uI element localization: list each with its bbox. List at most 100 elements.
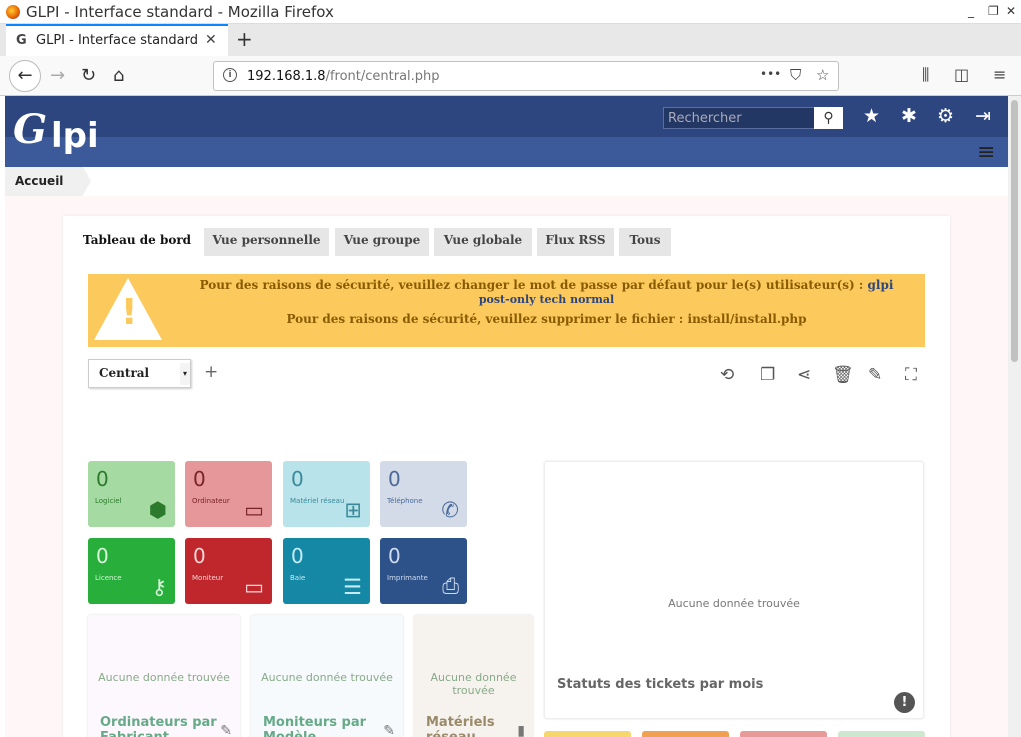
card-icon: ▭ (244, 575, 264, 599)
count-card[interactable]: 0 Moniteur ▭ (185, 538, 272, 604)
close-tab-icon[interactable]: ✕ (205, 32, 217, 48)
maximize-button[interactable]: ❐ (988, 4, 999, 18)
user-link-tech[interactable]: tech (539, 293, 566, 306)
widget-title: Ordinateurs par Fabricant (100, 715, 217, 737)
card-icon: ✆ (441, 498, 459, 522)
pocket-icon[interactable]: ⛉ (790, 66, 801, 84)
warning-icon[interactable]: ! (894, 692, 915, 713)
logout-icon[interactable]: ⇥ (975, 105, 991, 127)
card-label: Téléphone (387, 497, 423, 505)
new-tab-button[interactable]: + (236, 27, 253, 51)
card-count: 0 (193, 467, 206, 491)
tab-vue-personnelle[interactable]: Vue personnelle (204, 228, 329, 256)
firefox-logo-icon (6, 5, 20, 19)
forward-button[interactable]: → (50, 65, 65, 86)
card-label: Ordinateur (192, 497, 230, 505)
count-card[interactable]: 0 Ordinateur ▭ (185, 461, 272, 527)
warning-exclamation: ! (121, 292, 138, 333)
no-data-text: Aucune donnée trouvée (668, 597, 800, 610)
tab-vue-groupe[interactable]: Vue groupe (335, 228, 429, 256)
alert-line-1: Pour des raisons de sécurité, veuillez c… (184, 278, 909, 292)
sidebar-icon[interactable]: ◫ (954, 65, 969, 84)
alert-line-2: Pour des raisons de sécurité, veuillez s… (286, 312, 807, 326)
fullscreen-icon[interactable]: ⛶ (905, 365, 917, 385)
widget-stub (740, 731, 827, 737)
card-label: Imprimante (387, 574, 428, 582)
edit-widget-icon[interactable]: ✎ (220, 723, 232, 737)
gear-icon[interactable]: ⚙ (937, 105, 954, 127)
clone-icon[interactable]: ❐ (760, 365, 775, 385)
edit-icon[interactable]: ✎ (868, 365, 882, 385)
logo-g: G (13, 106, 48, 153)
star-icon[interactable]: ★ (863, 105, 880, 127)
browser-navbar: ← → ↻ ⌂ i 192.168.1.8/front/central.php … (0, 56, 1021, 96)
widget-statuts-tickets-par-mois[interactable]: Aucune donnée trouvée Statuts des ticket… (544, 461, 924, 719)
user-link-normal[interactable]: normal (570, 293, 614, 306)
logo-lpi: lpi (51, 116, 99, 156)
url-bar[interactable]: i 192.168.1.8/front/central.php ••• ⛉ ☆ (213, 61, 839, 91)
browser-menu-icon[interactable]: ≡ (993, 65, 1006, 84)
no-data-text: Aucune donnée trouvée (98, 671, 230, 684)
card-icon: ▭ (244, 498, 264, 522)
card-icon: ⊞ (344, 498, 362, 522)
card-label: Logiciel (95, 497, 122, 505)
page-actions-icon[interactable]: ••• (760, 67, 781, 81)
close-window-button[interactable]: ✕ (1006, 4, 1016, 18)
dashboard-select[interactable]: Central ▾ (88, 359, 191, 388)
glpi-favicon-icon: G (16, 33, 27, 48)
bug-icon[interactable]: ✱ (901, 105, 917, 127)
reload-button[interactable]: ↻ (81, 65, 96, 86)
minimize-button[interactable]: _ (968, 4, 974, 18)
chevron-down-icon: ▾ (180, 363, 190, 385)
bookmark-star-icon[interactable]: ☆ (816, 66, 829, 84)
url-text[interactable]: 192.168.1.8/front/central.php (247, 69, 440, 84)
no-data-text: Aucune donnée trouvée (261, 671, 393, 684)
user-link-glpi[interactable]: glpi (868, 278, 894, 292)
count-card[interactable]: 0 Téléphone ✆ (380, 461, 467, 527)
widget-moniteurs-par-modele[interactable]: Aucune donnée trouvée Moniteurs par Modè… (251, 615, 403, 737)
scrollbar-thumb[interactable] (1011, 100, 1018, 362)
user-link-post-only[interactable]: post-only (479, 293, 536, 306)
search-icon[interactable]: ⚲ (814, 107, 843, 129)
browser-tabbar: G GLPI - Interface standard ✕ + (0, 24, 1021, 56)
glpi-app: G lpi ⚲ ★ ✱ ⚙ ⇥ ≡ Accueil Tableau de bor… (5, 96, 1008, 737)
history-icon[interactable]: ⟲ (720, 365, 734, 385)
card-label: Licence (95, 574, 122, 582)
count-card[interactable]: 0 Licence ⚷ (88, 538, 175, 604)
widget-icon: ▮ (517, 723, 525, 737)
tab-vue-globale[interactable]: Vue globale (434, 228, 532, 256)
page-scrollbar[interactable] (1008, 96, 1021, 737)
count-card[interactable]: 0 Matériel réseau ⊞ (283, 461, 370, 527)
window-titlebar: GLPI - Interface standard - Mozilla Fire… (0, 0, 1021, 24)
add-dashboard-button[interactable]: + (204, 362, 218, 382)
widget-ordinateurs-par-fabricant[interactable]: Aucune donnée trouvée Ordinateurs par Fa… (88, 615, 240, 737)
tab-title: GLPI - Interface standard (36, 33, 198, 48)
browser-tab[interactable]: G GLPI - Interface standard ✕ (6, 24, 228, 56)
widget-materiels-reseau[interactable]: Aucune donnée trouvée Matériels réseau ▮ (414, 615, 533, 737)
delete-icon[interactable]: 🗑 (832, 365, 854, 385)
back-button[interactable]: ← (9, 60, 41, 92)
tab-flux-rss[interactable]: Flux RSS (537, 228, 614, 256)
search-input[interactable] (664, 108, 814, 128)
count-card[interactable]: 0 Baie ☰ (283, 538, 370, 604)
breadcrumb-home[interactable]: Accueil (5, 167, 83, 196)
card-icon: ⎙ (442, 574, 459, 598)
tab-tous[interactable]: Tous (619, 228, 671, 256)
widget-stub (838, 731, 925, 737)
edit-widget-icon[interactable]: ✎ (383, 723, 395, 737)
glpi-logo[interactable]: G lpi (13, 106, 105, 156)
share-icon[interactable]: ⋖ (797, 365, 811, 385)
library-icon[interactable]: ⫼ (922, 65, 929, 85)
tab-tableau-de-bord[interactable]: Tableau de bord (78, 228, 196, 256)
card-count: 0 (291, 467, 304, 491)
alert-text-1: Pour des raisons de sécurité, veuillez c… (199, 278, 864, 292)
site-info-icon[interactable]: i (223, 68, 237, 82)
hamburger-menu-icon[interactable]: ≡ (977, 140, 995, 165)
count-card[interactable]: 0 Logiciel ⬢ (88, 461, 175, 527)
count-card[interactable]: 0 Imprimante ⎙ (380, 538, 467, 604)
home-button[interactable]: ⌂ (113, 65, 124, 86)
card-count: 0 (388, 544, 401, 568)
top-header (5, 96, 1008, 137)
card-icon: ⚷ (151, 575, 167, 599)
card-label: Baie (290, 574, 306, 582)
